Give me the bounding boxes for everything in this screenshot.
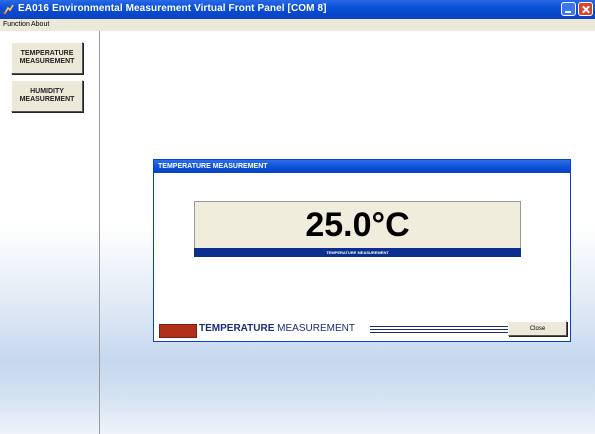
temperature-button-label-1: TEMPERATURE <box>20 49 74 57</box>
brand-heading: TEMPERATURE MEASUREMENT <box>199 323 355 334</box>
brand-logo <box>159 324 197 338</box>
humidity-measurement-button[interactable]: HUMIDITY MEASUREMENT <box>11 80 83 112</box>
temperature-button-label-2: MEASUREMENT <box>19 58 75 65</box>
humidity-button-label-2: MEASUREMENT <box>19 96 75 103</box>
temperature-dialog: TEMPERATURE MEASUREMENT 25.0°C TEMPERATU… <box>153 159 571 342</box>
brand-heading-bold: TEMPERATURE <box>199 323 275 334</box>
title-bar[interactable]: EA016 Environmental Measurement Virtual … <box>0 0 595 19</box>
temperature-value: 25.0°C <box>305 206 410 244</box>
close-button[interactable]: Close <box>508 321 567 336</box>
brand-decor-lines <box>370 326 520 334</box>
temperature-measurement-button[interactable]: TEMPERATURE MEASUREMENT <box>11 42 83 74</box>
menu-function[interactable]: Function <box>3 21 30 28</box>
window-title: EA016 Environmental Measurement Virtual … <box>18 3 327 14</box>
left-panel: TEMPERATURE MEASUREMENT HUMIDITY MEASURE… <box>0 31 100 434</box>
dialog-title: TEMPERATURE MEASUREMENT <box>158 163 268 170</box>
minimize-button[interactable] <box>561 2 576 16</box>
menu-about[interactable]: About <box>31 21 49 28</box>
close-window-button[interactable] <box>578 2 593 16</box>
brand-heading-rest: MEASUREMENT <box>277 323 355 334</box>
menu-bar: Function About <box>0 19 595 31</box>
humidity-button-label-1: HUMIDITY <box>30 87 64 95</box>
app-icon <box>3 4 14 15</box>
dialog-title-bar[interactable]: TEMPERATURE MEASUREMENT <box>154 160 570 173</box>
display-caption: TEMPERATURE MEASUREMENT <box>194 248 521 257</box>
